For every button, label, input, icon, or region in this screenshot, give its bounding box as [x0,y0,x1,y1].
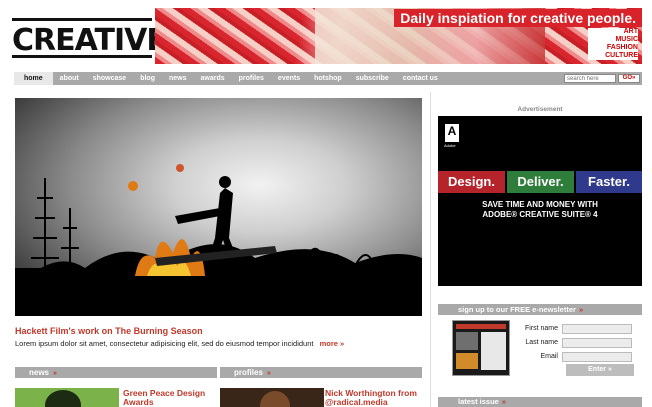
advert-tagline-line2: ADOBE® CREATIVE SUITE® 4 [482,210,598,219]
advert-word-design: Design. [438,171,505,193]
feature-illustration [15,164,422,316]
newsletter-form: First name Last name Email [516,322,636,364]
last-name-row: Last name [516,336,636,349]
site-logo[interactable]: CREATIVE [12,18,167,58]
profiles-arrow-icon: » [266,370,271,377]
nav-item-showcase[interactable]: showcase [86,72,133,85]
news-arrow-icon: » [53,370,57,377]
nav-item-subscribe[interactable]: subscribe [349,72,396,85]
news-section-header[interactable]: news» [15,367,217,378]
email-label: Email [540,353,558,360]
nav-item-blog[interactable]: blog [133,72,162,85]
profiles-thumbnail[interactable] [220,388,324,407]
latest-issue-header[interactable]: latest issue» [438,397,642,407]
news-item-title[interactable]: Green Peace Design Awards [123,389,218,407]
latest-issue-arrow-icon: » [501,397,507,406]
advert-tagline: SAVE TIME AND MONEY WITH ADOBE® CREATIVE… [438,200,642,220]
first-name-row: First name [516,322,636,335]
nav-item-profiles[interactable]: profiles [232,72,271,85]
feature-excerpt: Lorem ipsum dolor sit amet, consectetur … [15,339,344,348]
nav-search: GO» [564,72,642,85]
newsletter-heading: sign up to our FREE e-newsletter [458,305,576,314]
search-go-button[interactable]: GO» [618,74,640,83]
nav-item-contact-us[interactable]: contact us [396,72,445,85]
category-art: ART [623,28,638,35]
email-field[interactable] [562,351,632,362]
profiles-item-title[interactable]: Nick Worthington from @radical.media [325,389,430,407]
profiles-section-header[interactable]: profiles» [220,367,422,378]
first-name-field[interactable] [562,323,632,334]
nav-item-events[interactable]: events [271,72,307,85]
category-music: MUSIC [615,36,638,43]
nav-item-hotshop[interactable]: hotshop [307,72,349,85]
nav-item-awards[interactable]: awards [194,72,232,85]
last-name-field[interactable] [562,337,632,348]
column-divider [430,92,431,407]
news-section-label: news [29,368,50,377]
email-row: Email [516,350,636,363]
feature-image[interactable] [15,98,422,316]
advert-word-faster: Faster. [576,171,642,193]
header-banner[interactable]: Daily inspiation for creative people. AR… [155,8,642,64]
newsletter-preview-image [452,320,510,376]
newsletter-header: sign up to our FREE e-newsletter» [438,304,642,315]
adobe-logo-icon: A [445,124,459,142]
feature-title[interactable]: Hackett Film's work on The Burning Seaso… [15,326,203,336]
profiles-section-label: profiles [234,368,263,377]
newsletter-submit-button[interactable]: Enter » [566,364,634,376]
nav-item-about[interactable]: about [53,72,86,85]
advert-word-deliver: Deliver. [507,171,574,193]
nav-item-home[interactable]: home [14,72,53,85]
advert-banner[interactable]: A Adobe Design. Deliver. Faster. SAVE TI… [438,116,642,286]
advert-tagline-line1: SAVE TIME AND MONEY WITH [482,200,598,209]
feature-excerpt-text: Lorem ipsum dolor sit amet, consectetur … [15,339,314,348]
nav-item-news[interactable]: news [162,72,194,85]
search-input[interactable] [564,74,616,83]
latest-issue-heading: latest issue [458,397,499,406]
news-thumbnail[interactable] [15,388,119,407]
category-fashion: FASHION [606,44,638,51]
site-header: CREATIVE Daily inspiation for creative p… [0,0,652,68]
category-culture: CULTURE [605,52,638,59]
newsletter-arrow-icon: » [578,305,584,314]
banner-categories: ART MUSIC FASHION CULTURE [588,28,638,60]
first-name-label: First name [524,325,558,332]
feature-more-link[interactable]: more » [320,339,345,348]
advert-brand: Adobe [444,143,456,148]
last-name-label: Last name [525,339,558,346]
banner-tagline: Daily inspiation for creative people. [394,9,642,27]
advert-label: Advertisement [517,106,563,113]
main-nav: home about showcase blog news awards pro… [14,72,642,85]
